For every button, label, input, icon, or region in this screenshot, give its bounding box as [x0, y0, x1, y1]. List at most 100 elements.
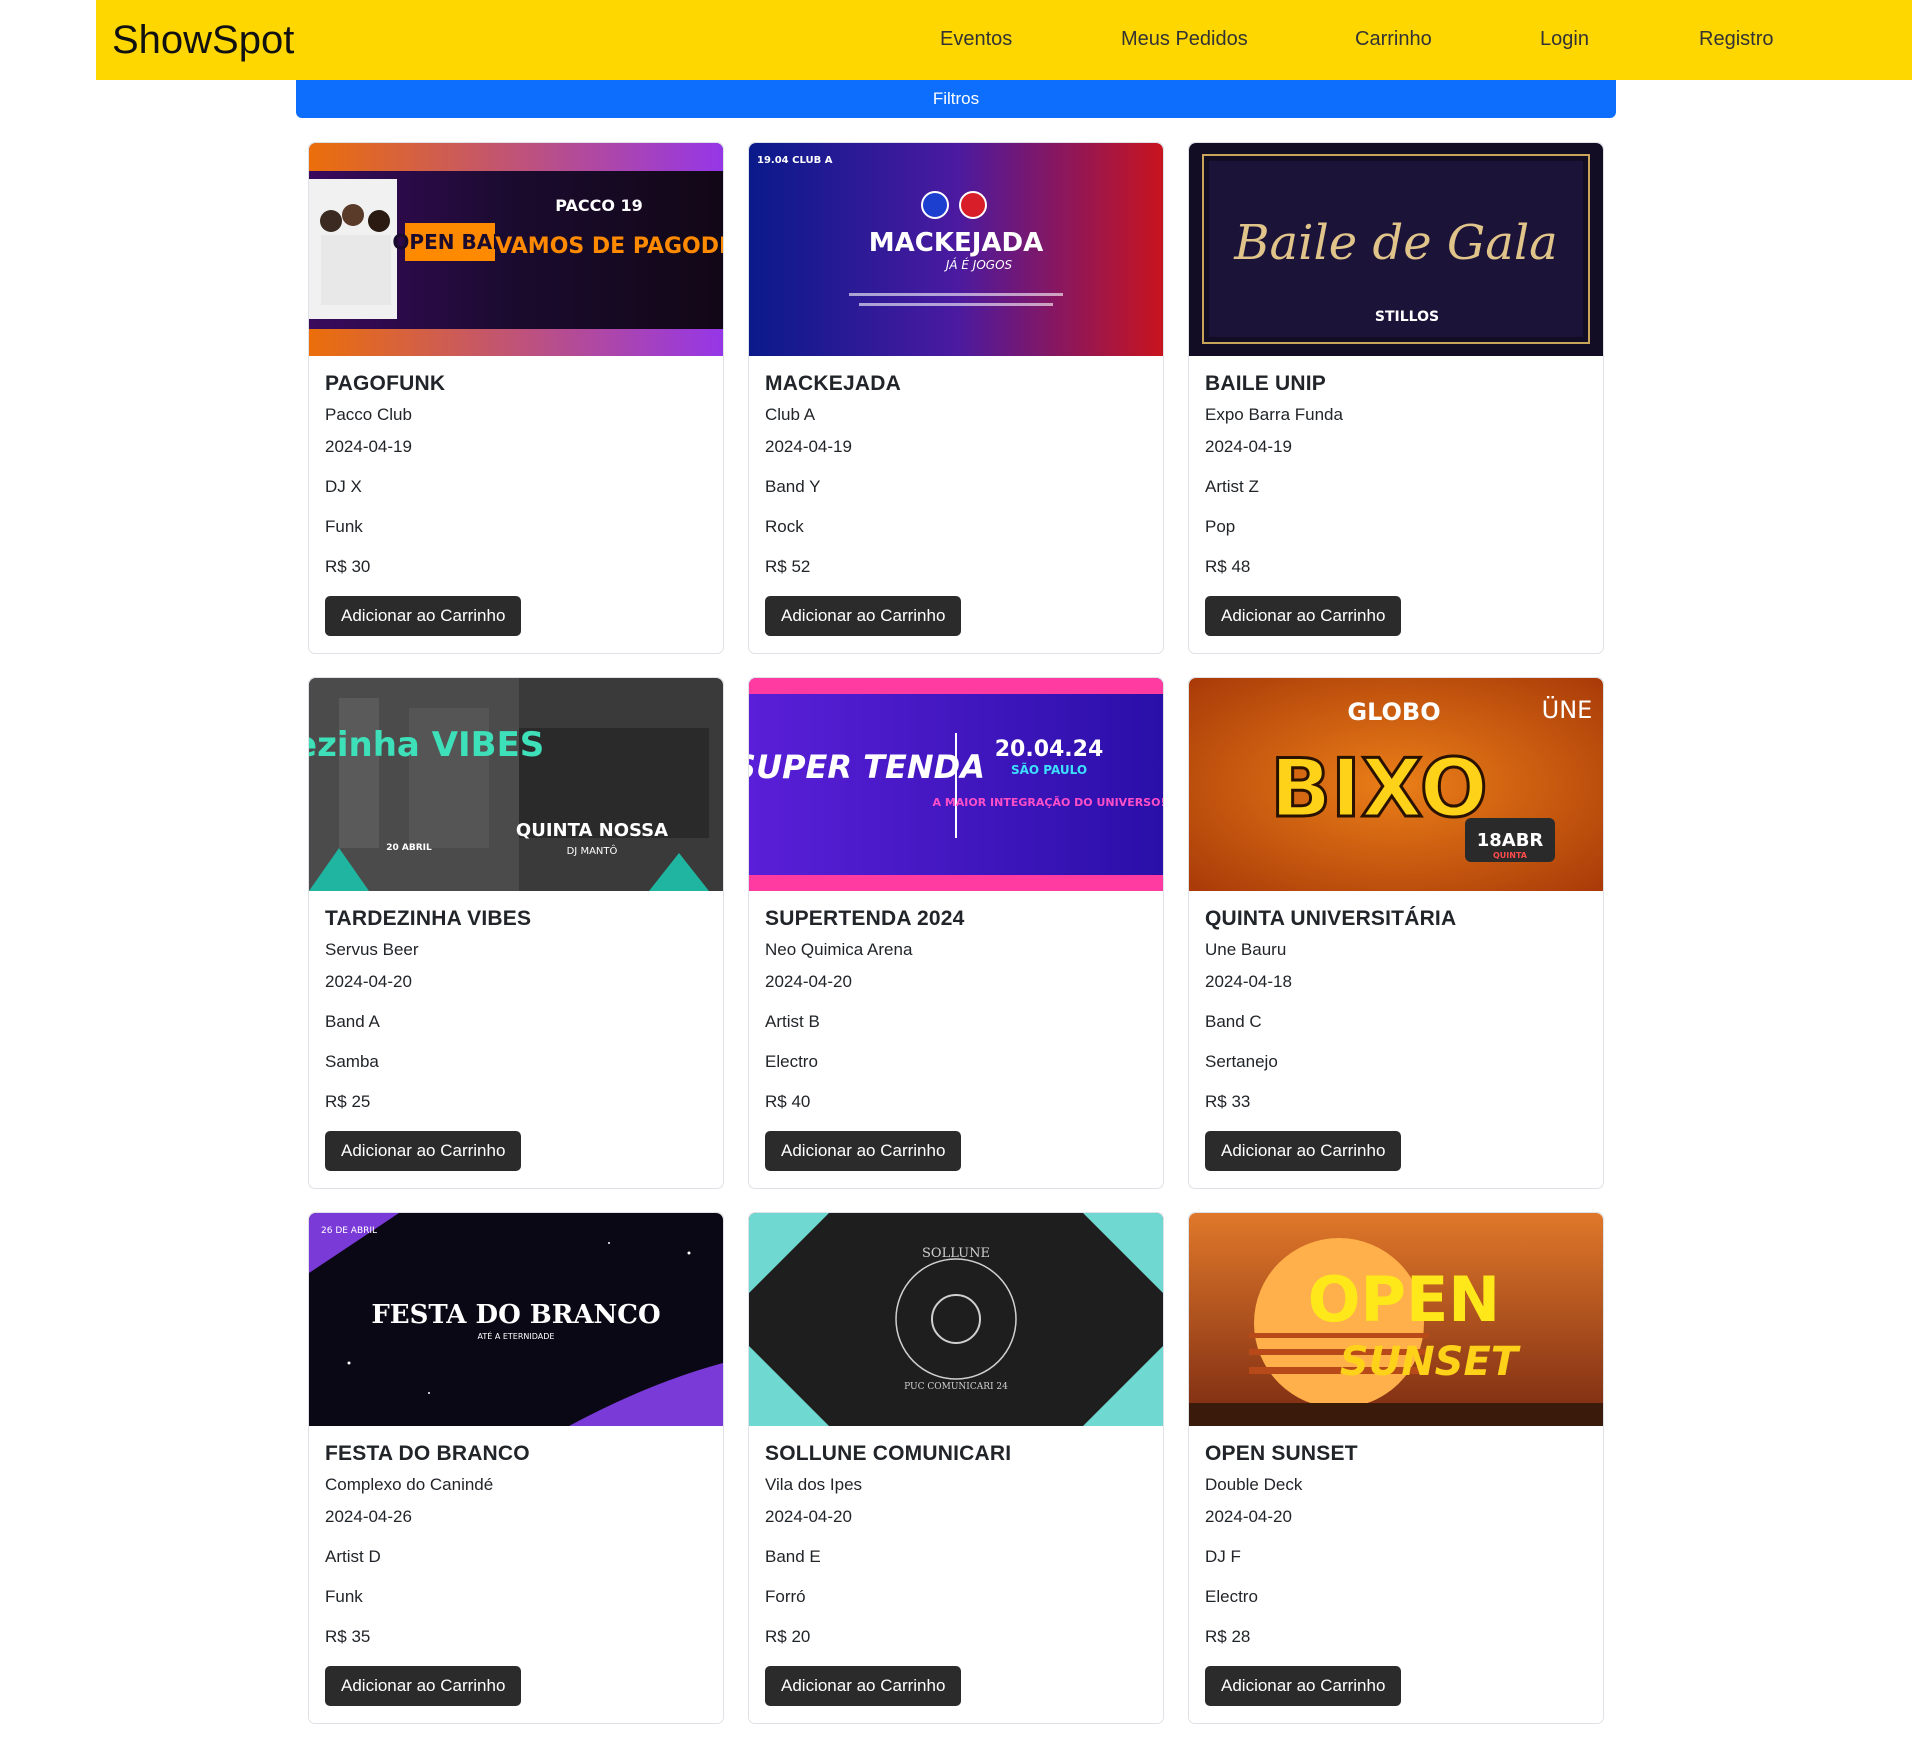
event-poster-supertenda[interactable]: SUPER TENDA 20.04.24 SÃO PAULO A MAIOR I… [749, 678, 1163, 891]
event-venue: Club A [765, 405, 816, 424]
event-title: SOLLUNE COMUNICARI [765, 1442, 1012, 1465]
event-genre: Electro [765, 1052, 818, 1071]
nav-eventos[interactable]: Eventos [940, 27, 1012, 51]
event-artist: Band E [765, 1547, 821, 1566]
poster-text: tardezinha VIBES [309, 725, 544, 765]
event-date: 2024-04-20 [765, 972, 852, 991]
add-to-cart-button[interactable]: Adicionar ao Carrinho [1205, 1666, 1402, 1706]
event-title: SUPERTENDA 2024 [765, 907, 965, 930]
event-date: 2024-04-20 [765, 1507, 852, 1526]
event-venue: Vila dos Ipes [765, 1475, 863, 1494]
poster-text: A MAIOR INTEGRAÇÃO DO UNIVERSO! [933, 796, 1163, 809]
event-venue: Neo Quimica Arena [765, 940, 913, 959]
filters-button[interactable]: Filtros [296, 80, 1616, 118]
event-title: QUINTA UNIVERSITÁRIA [1205, 907, 1457, 930]
add-to-cart-button[interactable]: Adicionar ao Carrinho [1205, 596, 1402, 636]
add-to-cart-button[interactable]: Adicionar ao Carrinho [765, 1131, 962, 1171]
event-title: BAILE UNIP [1205, 372, 1327, 395]
event-venue: Expo Barra Funda [1205, 405, 1343, 424]
event-genre: Forró [765, 1587, 806, 1606]
poster-text: 20 ABRIL [386, 843, 432, 853]
nav-carrinho[interactable]: Carrinho [1355, 27, 1432, 51]
event-artist: Band Y [765, 477, 821, 496]
event-card: SOLLUNE PUC COMUNICARI 24 SOLLUNE COMUNI… [748, 1212, 1164, 1724]
event-card: 26 DE ABRIL FESTA DO BRANCO ATÉ A ETERNI… [308, 1212, 724, 1724]
add-to-cart-button[interactable]: Adicionar ao Carrinho [765, 1666, 962, 1706]
event-date: 2024-04-26 [325, 1507, 412, 1526]
event-poster-festa-do-branco[interactable]: 26 DE ABRIL FESTA DO BRANCO ATÉ A ETERNI… [309, 1213, 723, 1426]
event-price: R$ 35 [325, 1627, 371, 1646]
event-artist: Artist D [325, 1547, 381, 1566]
event-artist: Artist Z [1205, 477, 1259, 496]
event-price: R$ 30 [325, 557, 371, 576]
event-artist: Band C [1205, 1012, 1262, 1031]
event-venue: Complexo do Canindé [325, 1475, 494, 1494]
poster-text: VAMOS DE PAGODINHO [495, 234, 723, 259]
event-genre: Pop [1205, 517, 1236, 536]
event-date: 2024-04-19 [765, 437, 852, 456]
event-card: OPEN SUNSET OPEN SUNSET Double Deck 2024… [1188, 1212, 1604, 1724]
add-to-cart-button[interactable]: Adicionar ao Carrinho [325, 596, 522, 636]
event-price: R$ 20 [765, 1627, 811, 1646]
add-to-cart-button[interactable]: Adicionar ao Carrinho [325, 1666, 522, 1706]
event-genre: Funk [325, 1587, 363, 1606]
add-to-cart-button[interactable]: Adicionar ao Carrinho [765, 596, 962, 636]
event-date: 2024-04-20 [1205, 1507, 1292, 1526]
add-to-cart-button[interactable]: Adicionar ao Carrinho [1205, 1131, 1402, 1171]
poster-text: Baile de Gala [1233, 215, 1558, 271]
event-poster-open-sunset[interactable]: OPEN SUNSET [1189, 1213, 1603, 1426]
poster-text: MACKEJADA [869, 228, 1043, 258]
event-card: OPEN BAR PACCO 19 VAMOS DE PAGODINHO PAG… [308, 142, 724, 654]
poster-text: BIXO [1270, 742, 1488, 835]
event-date: 2024-04-20 [325, 972, 412, 991]
navbar: ShowSpot Eventos Meus Pedidos Carrinho L… [96, 0, 1912, 80]
poster-text: OPEN BAR [392, 230, 507, 254]
poster-text: 19.04 CLUB A [757, 155, 833, 166]
event-title: MACKEJADA [765, 372, 901, 395]
poster-text: SOLLUNE [922, 1246, 990, 1261]
poster-text: STILLOS [1375, 309, 1439, 325]
poster-text: QUINTA [1493, 851, 1528, 860]
event-date: 2024-04-18 [1205, 972, 1292, 991]
event-title: OPEN SUNSET [1205, 1442, 1358, 1465]
poster-text: OPEN [1308, 1263, 1500, 1336]
event-poster-sollune[interactable]: SOLLUNE PUC COMUNICARI 24 [749, 1213, 1163, 1426]
poster-text: ÜNE [1542, 695, 1593, 724]
event-poster-pagofunk[interactable]: OPEN BAR PACCO 19 VAMOS DE PAGODINHO [309, 143, 723, 356]
event-card: 19.04 CLUB A MACKEJADA JÁ É JOGOS MACKEJ… [748, 142, 1164, 654]
event-poster-baile-unip[interactable]: Baile de Gala STILLOS [1189, 143, 1603, 356]
event-title: TARDEZINHA VIBES [325, 907, 532, 930]
event-artist: Artist B [765, 1012, 820, 1031]
event-poster-quinta-universitaria[interactable]: GLOBO BIXO 18ABR QUINTA ÜNE [1189, 678, 1603, 891]
event-card: Baile de Gala STILLOS BAILE UNIP Expo Ba… [1188, 142, 1604, 654]
event-venue: Servus Beer [325, 940, 419, 959]
event-price: R$ 28 [1205, 1627, 1251, 1646]
poster-text: ATÉ A ETERNIDADE [478, 1330, 555, 1341]
event-title: FESTA DO BRANCO [325, 1442, 530, 1465]
event-genre: Rock [765, 517, 804, 536]
event-price: R$ 48 [1205, 557, 1251, 576]
poster-text: SÃO PAULO [1011, 762, 1087, 777]
event-price: R$ 25 [325, 1092, 371, 1111]
brand-logo[interactable]: ShowSpot [112, 17, 294, 63]
poster-text: 18ABR [1477, 830, 1544, 851]
poster-text: GLOBO [1347, 698, 1440, 726]
event-artist: DJ F [1205, 1547, 1241, 1566]
event-date: 2024-04-19 [1205, 437, 1292, 456]
event-poster-mackejada[interactable]: 19.04 CLUB A MACKEJADA JÁ É JOGOS [749, 143, 1163, 356]
poster-text: FESTA DO BRANCO [371, 1300, 660, 1330]
event-poster-tardezinha-vibes[interactable]: tardezinha VIBES 20 ABRIL QUINTA NOSSA D… [309, 678, 723, 891]
poster-text: JÁ É JOGOS [944, 257, 1013, 272]
nav-registro[interactable]: Registro [1699, 27, 1773, 51]
add-to-cart-button[interactable]: Adicionar ao Carrinho [325, 1131, 522, 1171]
event-price: R$ 40 [765, 1092, 811, 1111]
event-card: SUPER TENDA 20.04.24 SÃO PAULO A MAIOR I… [748, 677, 1164, 1189]
event-venue: Une Bauru [1205, 940, 1287, 959]
event-genre: Electro [1205, 1587, 1258, 1606]
nav-login[interactable]: Login [1540, 27, 1589, 51]
nav-meus-pedidos[interactable]: Meus Pedidos [1121, 27, 1248, 51]
event-venue: Pacco Club [325, 405, 412, 424]
poster-text: DJ MANTÔ [567, 844, 618, 857]
poster-text: PACCO 19 [555, 196, 643, 215]
event-genre: Samba [325, 1052, 379, 1071]
